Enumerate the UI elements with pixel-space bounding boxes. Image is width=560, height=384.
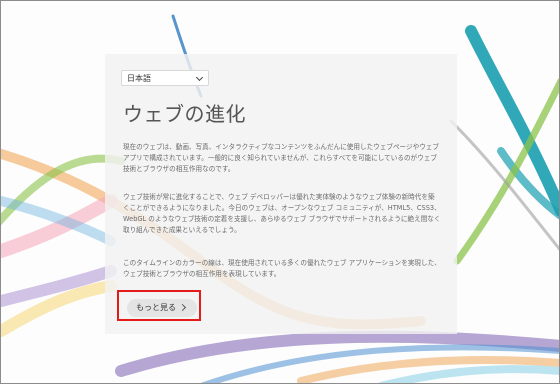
intro-paragraph-3: このタイムラインのカラーの線は、現在使用されている多くの優れたウェブ アプリケー… xyxy=(123,259,441,278)
highlight-box xyxy=(117,290,201,321)
page-title: ウェブの進化 xyxy=(123,102,246,126)
intro-paragraph-1: 現在のウェブは、動画、写真、インタラクティブなコンテンツをふんだんに使用したウェ… xyxy=(123,143,439,173)
chevron-down-icon xyxy=(195,73,204,82)
language-select[interactable]: 日本語 xyxy=(121,70,209,86)
page-frame: 日本語 ウェブの進化 現在のウェブは、動画、写真、インタラクティブなコンテンツを… xyxy=(0,0,560,384)
language-select-value: 日本語 xyxy=(127,74,151,83)
ribbon-lightblue-bottom xyxy=(378,365,559,383)
intro-paragraph-2: ウェブ技術が常に進化することで、ウェブ デベロッパーは優れた実体験のようなウェブ… xyxy=(123,193,441,234)
ribbon-teal-right xyxy=(465,25,559,217)
